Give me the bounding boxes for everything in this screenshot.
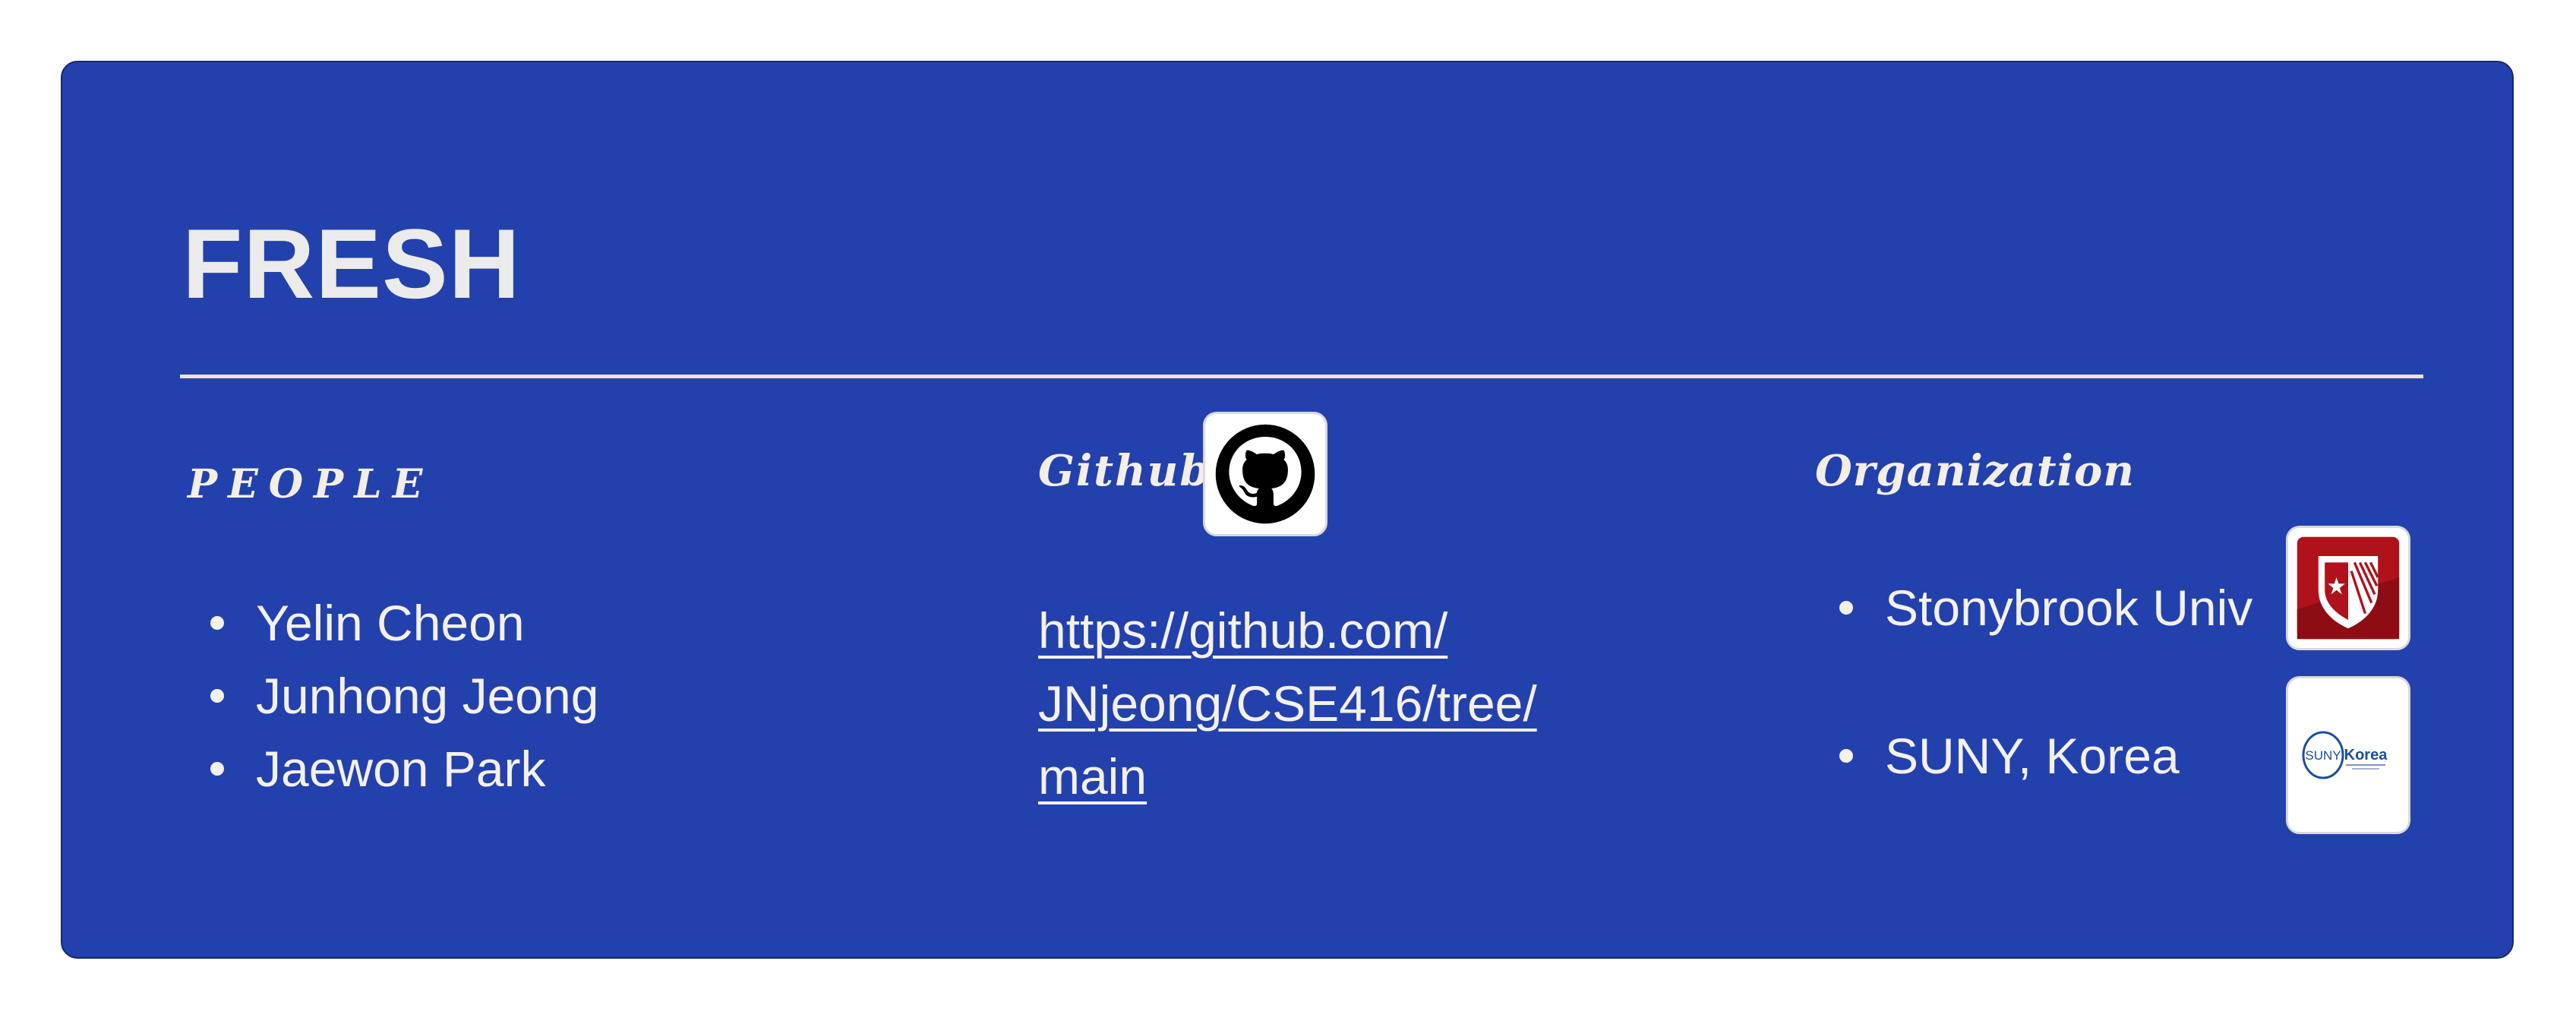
organization-label: Organization (1815, 446, 2136, 496)
korea-logo-text: Korea (2344, 747, 2388, 763)
people-list: Yelin Cheon Junhong Jeong Jaewon Park (210, 586, 598, 805)
stonybrook-logo (2286, 526, 2410, 650)
github-repo-link[interactable]: https://github.com/ JNjeong/CSE416/tree/… (1038, 594, 1615, 813)
github-label: Github (1038, 446, 1211, 496)
title-divider (180, 375, 2423, 378)
list-item: Yelin Cheon (210, 586, 598, 659)
suny-korea-icon: SUNY Korea (2302, 731, 2388, 779)
list-item: Stonybrook Univ (1839, 571, 2252, 644)
github-octocat-icon (1215, 424, 1315, 524)
github-icon[interactable] (1203, 412, 1327, 536)
people-label: PEOPLE (188, 461, 434, 507)
project-title: FRESH (182, 208, 521, 319)
suny-korea-logo: SUNY Korea (2286, 676, 2410, 834)
github-link-line: https://github.com/ (1038, 602, 1448, 659)
list-item: Jaewon Park (210, 732, 598, 805)
list-item: SUNY, Korea (1839, 719, 2180, 792)
project-card: FRESH PEOPLE Yelin Cheon Junhong Jeong J… (61, 61, 2514, 959)
suny-logo-text: SUNY (2305, 748, 2341, 763)
stonybrook-shield-icon (2297, 536, 2400, 640)
github-link-line: main (1038, 748, 1148, 804)
github-link-line: JNjeong/CSE416/tree/ (1038, 675, 1537, 732)
list-item: Junhong Jeong (210, 659, 598, 732)
